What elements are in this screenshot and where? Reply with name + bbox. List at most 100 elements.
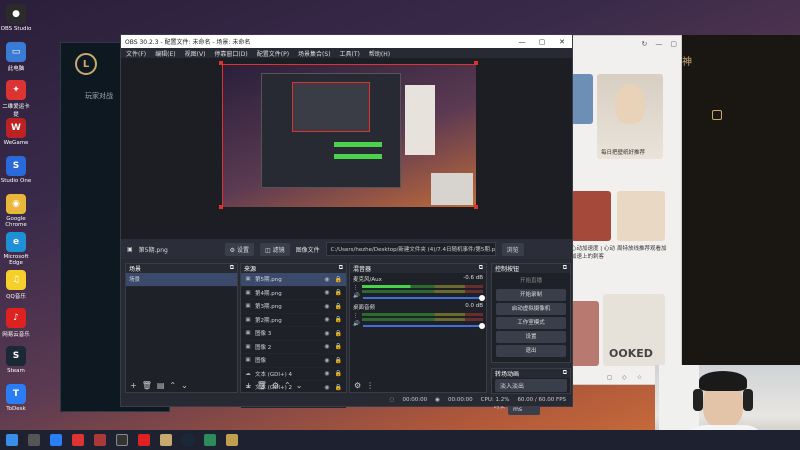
control-button[interactable]: 开始录制 <box>496 289 566 301</box>
visibility-icon[interactable]: ◉ <box>324 289 329 296</box>
menu-item[interactable]: 配置文件(P) <box>257 49 289 58</box>
start-icon[interactable] <box>6 434 18 446</box>
desktop-icon[interactable]: e Microsoft Edge <box>0 232 32 266</box>
desktop-icon[interactable]: ✦ 二维爱运卡提 <box>0 80 32 118</box>
move-down-icon[interactable]: ⌄ <box>181 381 188 390</box>
media-card[interactable] <box>571 74 593 124</box>
control-button[interactable]: 设置 <box>496 331 566 343</box>
volume-slider[interactable] <box>362 295 486 301</box>
close-button[interactable]: ✕ <box>552 38 572 46</box>
minimize-button[interactable]: — <box>512 38 532 46</box>
desktop-icon[interactable]: S Studio One <box>0 156 32 184</box>
remove-scene-icon[interactable]: 🗑 <box>142 381 152 390</box>
desktop-icon[interactable]: ♫ QQ音乐 <box>0 270 32 300</box>
desktop-icon[interactable]: W WeGame <box>0 118 32 146</box>
lock-icon[interactable]: 🔒 <box>335 357 342 364</box>
menu-item[interactable]: 帮助(H) <box>369 49 390 58</box>
menu-item[interactable]: 工具(T) <box>340 49 360 58</box>
resize-handle[interactable] <box>219 205 223 209</box>
menu-item[interactable]: 编辑(E) <box>155 49 175 58</box>
add-source-icon[interactable]: + <box>245 381 252 390</box>
league-logo[interactable]: L <box>75 53 97 75</box>
control-button[interactable]: 退出 <box>496 345 566 357</box>
desktop-icon[interactable]: T ToDesk <box>0 384 32 412</box>
control-button[interactable]: 启动虚拟摄像机 <box>496 303 566 315</box>
share-icon[interactable]: ◇ <box>622 374 627 381</box>
desktop-icon[interactable]: ● OBS Studio <box>0 4 32 32</box>
resize-handle[interactable] <box>474 61 478 65</box>
source-filters-button[interactable]: ◫ 滤镜 <box>259 242 290 256</box>
remove-source-icon[interactable]: 🗑 <box>257 381 267 390</box>
resize-handle[interactable] <box>474 205 478 209</box>
dock-float-icon[interactable]: ⧉ <box>563 264 567 273</box>
menu-item[interactable]: 文件(F) <box>126 49 146 58</box>
add-scene-icon[interactable]: + <box>130 381 137 390</box>
app-icon[interactable] <box>204 434 216 446</box>
desktop-icon[interactable]: S Steam <box>0 346 32 374</box>
menu-item[interactable]: 视图(V) <box>185 49 206 58</box>
move-down-icon[interactable]: ⌄ <box>296 381 303 390</box>
maximize-button[interactable]: ▢ <box>532 38 552 46</box>
mixer-menu-icon[interactable]: ⋮ <box>366 381 374 390</box>
lock-icon[interactable]: 🔒 <box>335 343 342 350</box>
desktop-icon[interactable]: ▭ 此电脑 <box>0 42 32 72</box>
channel-menu-icon[interactable]: ⋮ <box>353 285 359 291</box>
selected-source-frame[interactable] <box>219 61 478 209</box>
control-button[interactable]: 开始直播 <box>496 275 566 287</box>
visibility-icon[interactable]: ◉ <box>324 343 329 350</box>
lock-icon[interactable]: 🔒 <box>335 276 342 283</box>
source-item[interactable]: ▣ 图像 3 ◉ 🔒 <box>241 327 346 341</box>
media-card[interactable] <box>571 191 611 241</box>
dock-float-icon[interactable]: ⧉ <box>479 264 483 273</box>
lock-icon[interactable]: 🔒 <box>335 303 342 310</box>
source-item[interactable]: ▣ 第2期.png ◉ 🔒 <box>241 314 346 327</box>
obs-taskbar-icon[interactable] <box>116 434 128 446</box>
visibility-icon[interactable]: ◉ <box>324 330 329 337</box>
star-icon[interactable]: ☆ <box>637 374 642 381</box>
app-icon[interactable] <box>138 434 150 446</box>
speaker-icon[interactable]: 🔊 <box>353 293 360 299</box>
source-settings-button[interactable]: ⚙ 设置 <box>224 242 254 256</box>
resize-handle[interactable] <box>219 61 223 65</box>
speaker-icon[interactable]: 🔊 <box>353 321 360 327</box>
game-mode-label[interactable]: 玩家对战 <box>85 91 113 101</box>
source-item[interactable]: ▣ 第3期.png ◉ 🔒 <box>241 300 346 314</box>
minimize-icon[interactable]: — <box>655 40 662 52</box>
scene-filters-icon[interactable]: ▤ <box>157 381 165 390</box>
desktop-icon[interactable]: ◉ Google Chrome <box>0 194 32 228</box>
menu-item[interactable]: 停靠窗口(D) <box>214 49 247 58</box>
lock-icon[interactable]: 🔒 <box>335 330 342 337</box>
source-item[interactable]: ▣ 图像 ◉ 🔒 <box>241 354 346 368</box>
source-properties-icon[interactable]: ⚙ <box>272 381 279 390</box>
app-icon[interactable] <box>226 434 238 446</box>
visibility-icon[interactable]: ◉ <box>324 276 329 283</box>
move-up-icon[interactable]: ⌃ <box>169 381 176 390</box>
media-card[interactable] <box>617 191 665 241</box>
dock-float-icon[interactable]: ⧉ <box>339 264 343 273</box>
transition-type-select[interactable]: 淡入淡出 <box>495 379 567 392</box>
channel-menu-icon[interactable]: ⋮ <box>353 313 359 319</box>
dock-float-icon[interactable]: ⧉ <box>230 264 234 273</box>
media-card[interactable] <box>571 301 599 366</box>
source-item[interactable]: ▣ 第5期.png ◉ 🔒 <box>241 273 346 287</box>
visibility-icon[interactable]: ◉ <box>324 370 329 377</box>
app-icon[interactable] <box>72 434 84 446</box>
volume-slider[interactable] <box>362 323 486 329</box>
app-icon[interactable] <box>182 434 194 446</box>
refresh-icon[interactable]: ↻ <box>642 40 648 52</box>
visibility-icon[interactable]: ◉ <box>324 316 329 323</box>
media-card[interactable]: OOKED <box>603 294 665 366</box>
lock-icon[interactable]: 🔒 <box>335 289 342 296</box>
lock-icon[interactable]: 🔒 <box>335 370 342 377</box>
control-button[interactable]: 工作室模式 <box>496 317 566 329</box>
dock-float-icon[interactable]: ⧉ <box>563 369 567 378</box>
move-up-icon[interactable]: ⌃ <box>284 381 291 390</box>
menu-item[interactable]: 场景集合(S) <box>298 49 331 58</box>
maximize-icon[interactable]: ▢ <box>670 40 677 52</box>
lock-icon[interactable]: 🔒 <box>335 316 342 323</box>
search-icon[interactable] <box>28 434 40 446</box>
source-item[interactable]: ▣ 图像 2 ◉ 🔒 <box>241 341 346 354</box>
visibility-icon[interactable]: ◉ <box>324 303 329 310</box>
image-path-field[interactable]: C:/Users/hezhe/Desktop/新建文件夹 (4)/7.4日随机事… <box>325 242 496 256</box>
scene-item[interactable]: 场景 <box>126 273 237 287</box>
